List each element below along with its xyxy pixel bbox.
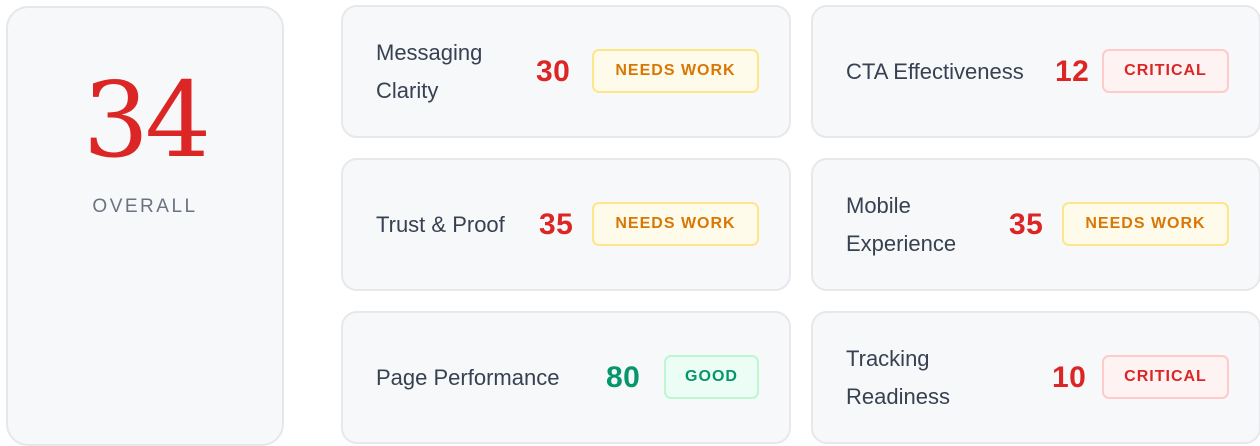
metric-name-line-2: Experience bbox=[846, 230, 957, 256]
metric-name: Trust & Proof bbox=[376, 160, 505, 289]
status-badge: GOOD bbox=[664, 355, 759, 399]
metric-name-line-1: Page Performance bbox=[376, 364, 560, 390]
metric-score: 80 bbox=[606, 360, 641, 394]
metric-score: 30 bbox=[536, 54, 571, 88]
metric-card-tracking-readiness: Tracking Readiness 10 CRITICAL bbox=[811, 311, 1260, 444]
status-badge: CRITICAL bbox=[1102, 49, 1229, 93]
metric-name-line-1: Trust & Proof bbox=[376, 211, 505, 237]
metric-card-trust-proof: Trust & Proof 35 NEEDS WORK bbox=[341, 158, 791, 291]
overall-score-label: OVERALL bbox=[92, 196, 198, 217]
overall-score-value: 34 bbox=[82, 59, 211, 181]
metric-score: 10 bbox=[1052, 360, 1087, 394]
status-badge: NEEDS WORK bbox=[1062, 202, 1229, 246]
metric-name-line-1: Messaging bbox=[376, 39, 483, 65]
metric-name-line-2: Readiness bbox=[846, 383, 950, 409]
metric-score: 35 bbox=[539, 207, 574, 241]
metric-score: 12 bbox=[1055, 54, 1090, 88]
metric-card-cta-effectiveness: CTA Effectiveness 12 CRITICAL bbox=[811, 5, 1260, 138]
metric-name: CTA Effectiveness bbox=[846, 7, 1024, 136]
metric-name-line-2: Clarity bbox=[376, 77, 439, 103]
metric-name-line-1: Mobile bbox=[846, 192, 911, 218]
metric-card-mobile-experience: Mobile Experience 35 NEEDS WORK bbox=[811, 158, 1260, 291]
metric-card-messaging-clarity: Messaging Clarity 30 NEEDS WORK bbox=[341, 5, 791, 138]
metric-name-line-1: CTA Effectiveness bbox=[846, 58, 1024, 84]
status-badge: NEEDS WORK bbox=[592, 49, 759, 93]
metric-name: Mobile Experience bbox=[846, 160, 956, 289]
metric-score: 35 bbox=[1009, 207, 1044, 241]
metric-name: Messaging Clarity bbox=[376, 7, 482, 136]
status-badge: NEEDS WORK bbox=[592, 202, 759, 246]
status-badge: CRITICAL bbox=[1102, 355, 1229, 399]
metric-name-line-1: Tracking bbox=[846, 345, 930, 371]
metric-card-page-performance: Page Performance 80 GOOD bbox=[341, 311, 791, 444]
metric-name: Page Performance bbox=[376, 313, 559, 442]
overall-score-card: 34 OVERALL bbox=[6, 6, 284, 446]
metric-name: Tracking Readiness bbox=[846, 313, 950, 442]
